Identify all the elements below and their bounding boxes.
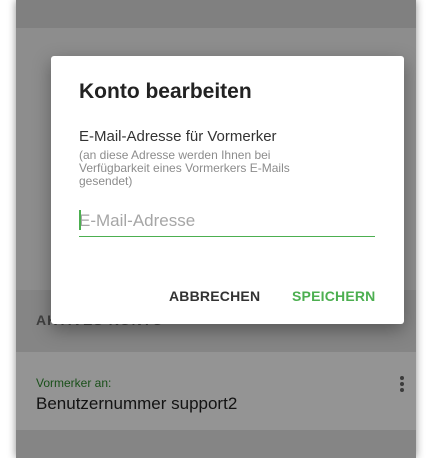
text-cursor <box>79 210 81 230</box>
app-screen: AKTIVES KONTO Vormerker an: Benutzernumm… <box>16 0 416 458</box>
email-input[interactable] <box>79 206 375 237</box>
email-field-hint: (an diese Adresse werden Ihnen bei Verfü… <box>79 148 290 188</box>
email-field-label: E-Mail-Adresse für Vormerker <box>79 128 277 145</box>
save-button[interactable]: SPEICHERN <box>292 288 375 304</box>
edit-account-dialog: Konto bearbeiten E-Mail-Adresse für Vorm… <box>51 56 404 324</box>
dialog-title: Konto bearbeiten <box>79 80 252 103</box>
cancel-button[interactable]: ABBRECHEN <box>169 288 260 304</box>
